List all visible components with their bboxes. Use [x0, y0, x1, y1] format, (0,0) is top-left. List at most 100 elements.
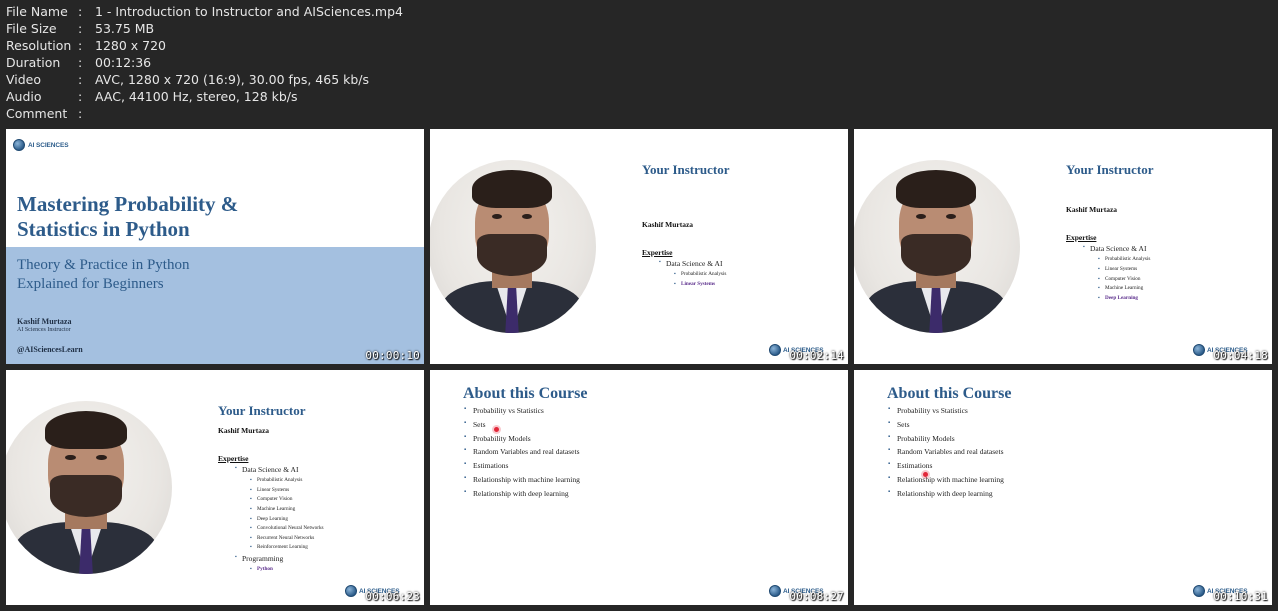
course-title-line: Mastering Probability & [17, 192, 239, 216]
slide-title: Your Instructor [1066, 162, 1154, 177]
instructor-name: Kashif Murtaza [642, 220, 694, 229]
expertise-item: Deep Learning [1098, 295, 1138, 301]
instructor-role: AI Sciences Instructor [17, 327, 71, 333]
course-topic: Random Variables and real datasets [888, 447, 1004, 461]
ai-sciences-logo: AI SCIENCES [13, 139, 69, 151]
info-separator: : [78, 89, 83, 104]
photo-eye [946, 213, 957, 219]
info-key: Comment [6, 106, 68, 121]
social-handle: @AISciencesLearn [17, 345, 83, 354]
expertise-item: Probabilistic Analysis [250, 477, 302, 483]
expertise-item: Linear Systems [250, 487, 289, 493]
course-topics-list: Probability vs Statistics Sets Probabili… [888, 406, 1004, 503]
expertise-heading: Expertise [642, 248, 673, 257]
info-separator: : [78, 106, 83, 121]
file-info-panel: File Name:1 - Introduction to Instructor… [6, 3, 403, 122]
info-separator: : [78, 38, 83, 53]
photo-hair [895, 170, 977, 209]
expertise-item: Linear Systems [674, 281, 715, 287]
timestamp: 00:08:27 [789, 590, 844, 603]
thumbnail-about-course-2[interactable]: About this Course Probability vs Statist… [854, 370, 1272, 605]
photo-hair [471, 170, 553, 209]
expertise-item: Deep Learning [250, 516, 288, 522]
photo-eye [96, 454, 107, 460]
expertise-area: Data Science & AI [235, 465, 298, 474]
timestamp: 00:10:31 [1213, 590, 1268, 603]
course-title: Mastering Probability & Statistics in Py… [17, 192, 238, 242]
course-topic: Estimations [888, 461, 1004, 475]
instructor-name: Kashif Murtaza [218, 426, 270, 435]
course-topic: Random Variables and real datasets [464, 447, 580, 461]
photo-beard [476, 234, 548, 276]
course-topic: Relationship with machine learning [888, 475, 1004, 489]
thumbnail-instructor-3[interactable]: Your Instructor Kashif Murtaza Expertise… [6, 370, 424, 605]
photo-eye [65, 454, 76, 460]
globe-icon [769, 344, 781, 356]
subtitle-line: Explained for Beginners [17, 276, 164, 292]
course-topic: Sets [464, 420, 580, 434]
photo-eye [522, 213, 533, 219]
thumbnail-instructor-1[interactable]: Your Instructor Kashif Murtaza Expertise… [430, 129, 848, 364]
course-topic: Probability vs Statistics [888, 406, 1004, 420]
globe-icon [13, 139, 25, 151]
photo-eye [915, 213, 926, 219]
expertise-area: Programming [235, 554, 283, 563]
slide-title: Your Instructor [642, 162, 730, 177]
globe-icon [1193, 585, 1205, 597]
info-key: Duration [6, 55, 61, 70]
slide-title: About this Course [463, 385, 588, 402]
logo-text: AI SCIENCES [28, 141, 69, 149]
course-topic: Sets [888, 420, 1004, 434]
photo-eye [491, 213, 502, 219]
info-key: Audio [6, 89, 42, 104]
info-key: File Name [6, 4, 68, 19]
globe-icon [345, 585, 357, 597]
expertise-area: Data Science & AI [659, 259, 722, 268]
expertise-heading: Expertise [1066, 233, 1097, 242]
course-topic: Estimations [464, 461, 580, 475]
info-value: AVC, 1280 x 720 (16:9), 30.00 fps, 465 k… [95, 72, 370, 87]
expertise-item: Probabilistic Analysis [674, 271, 726, 277]
info-row-file-name: File Name:1 - Introduction to Instructor… [6, 3, 403, 20]
course-topics-list: Probability vs Statistics Sets Probabili… [464, 406, 580, 503]
thumbnail-about-course-1[interactable]: About this Course Probability vs Statist… [430, 370, 848, 605]
info-row-comment: Comment: [6, 105, 403, 122]
info-value: AAC, 44100 Hz, stereo, 128 kb/s [95, 89, 298, 104]
slide-title: Your Instructor [218, 403, 306, 418]
info-row-video: Video: AVC, 1280 x 720 (16:9), 30.00 fps,… [6, 71, 403, 88]
info-key: Video [6, 72, 42, 87]
instructor-photo [854, 160, 1020, 333]
course-topic: Relationship with deep learning [464, 489, 580, 503]
timestamp: 00:04:18 [1213, 349, 1268, 362]
globe-icon [769, 585, 781, 597]
expertise-item: Machine Learning [1098, 285, 1143, 291]
photo-beard [900, 234, 972, 276]
info-value: 00:12:36 [95, 55, 152, 70]
slide-title: About this Course [887, 385, 1012, 402]
instructor-name: Kashif Murtaza [1066, 205, 1118, 214]
info-row-file-size: File Size:53.75 MB [6, 20, 403, 37]
course-topic: Probability vs Statistics [464, 406, 580, 420]
info-key: File Size [6, 21, 57, 36]
course-subtitle: Theory & Practice in Python Explained fo… [17, 256, 189, 294]
info-row-audio: Audio: AAC, 44100 Hz, stereo, 128 kb/s [6, 88, 403, 105]
info-separator: : [78, 21, 83, 36]
info-row-duration: Duration:00:12:36 [6, 54, 403, 71]
info-separator: : [78, 4, 83, 19]
instructor-photo [430, 160, 596, 333]
course-topic: Relationship with machine learning [464, 475, 580, 489]
info-separator: : [78, 72, 83, 87]
timestamp: 00:06:23 [365, 590, 420, 603]
info-value: 53.75 MB [95, 21, 155, 36]
thumbnail-title-slide[interactable]: AI SCIENCES Mastering Probability & Stat… [6, 129, 424, 364]
expertise-item: Machine Learning [250, 506, 295, 512]
thumbnail-instructor-2[interactable]: Your Instructor Kashif Murtaza Expertise… [854, 129, 1272, 364]
expertise-item: Computer Vision [250, 496, 293, 502]
globe-icon [1193, 344, 1205, 356]
course-title-line: Statistics in Python [17, 217, 190, 241]
expertise-item: Convolutional Neural Networks [250, 525, 324, 531]
photo-beard [49, 475, 123, 517]
pointer-highlight [494, 427, 499, 432]
info-value: 1280 x 720 [95, 38, 167, 53]
pointer-highlight [923, 472, 928, 477]
